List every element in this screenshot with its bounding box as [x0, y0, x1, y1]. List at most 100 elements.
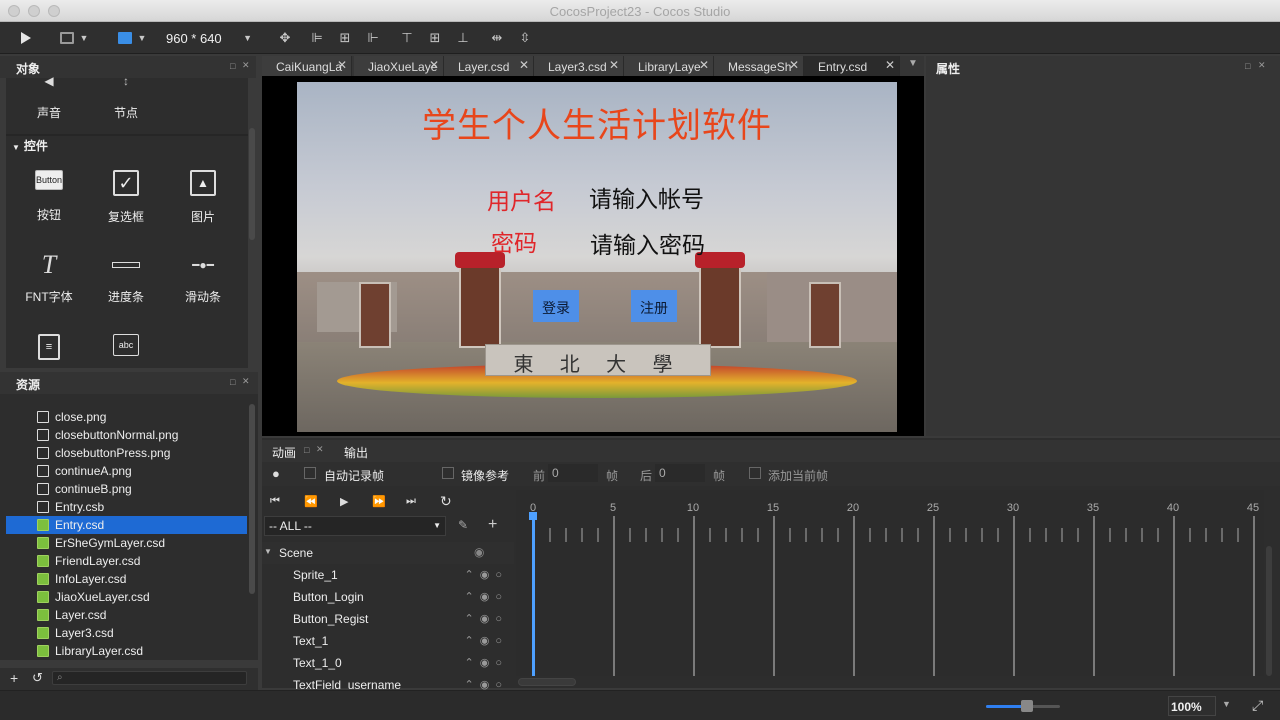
add-resource-button[interactable]: +	[10, 670, 18, 686]
panel-float-icon[interactable]: □	[230, 61, 235, 71]
tree-root-row[interactable]: ▼ Scene ◉	[262, 542, 514, 564]
align-vcenter-button[interactable]: ⊞	[426, 28, 444, 48]
fit-screen-icon[interactable]: ⤢	[1252, 697, 1263, 714]
center-button[interactable]: ✥	[276, 28, 294, 48]
node-visibility-controls[interactable]: ⌃◉○	[465, 634, 508, 647]
panel-close-icon[interactable]: ✕	[242, 376, 250, 387]
align-top-button[interactable]: ⊤	[398, 28, 416, 48]
control-progress-bar[interactable]: 进度条	[91, 252, 161, 305]
resources-scrollbar[interactable]	[249, 404, 255, 594]
align-right-button[interactable]: ⊩	[364, 28, 382, 48]
tab-output[interactable]: 输出	[344, 444, 368, 461]
node-filter-select[interactable]: -- ALL -- ▼	[264, 516, 446, 536]
controls-section-header[interactable]: ▼ 控件	[6, 136, 248, 153]
resource-item[interactable]: continueA.png	[6, 462, 246, 480]
resource-item[interactable]: LibraryLayer.csd	[6, 642, 246, 660]
tree-node-row[interactable]: Button_Regist ⌃◉○	[262, 608, 514, 630]
resource-item[interactable]: Entry.csd	[6, 516, 247, 534]
password-textfield[interactable]: 请输入密码	[590, 226, 705, 260]
close-tab-icon[interactable]: ✕	[519, 58, 529, 72]
timeline[interactable]	[516, 490, 1264, 676]
document-tab[interactable]: JiaoXueLaye ✕	[354, 56, 444, 76]
prev-frame-button[interactable]: ⏪	[304, 495, 318, 508]
export-dropdown-button[interactable]: ▼	[112, 28, 152, 48]
object-node[interactable]: ↕ 节点	[91, 74, 161, 121]
auto-record-checkbox[interactable]	[304, 467, 316, 479]
resource-item[interactable]: JiaoXueLayer.csd	[6, 588, 246, 606]
tab-animation[interactable]: 动画	[272, 444, 296, 461]
document-tab[interactable]: CaiKuangLa ✕	[262, 56, 352, 76]
resource-item[interactable]: closebuttonNormal.png	[6, 426, 246, 444]
control-image[interactable]: ▲ 图片	[168, 170, 238, 225]
resource-search-input[interactable]: ⌕	[52, 671, 247, 685]
next-frames-input[interactable]: 0	[655, 464, 705, 482]
resource-item[interactable]: ErSheGymLayer.csd	[6, 534, 246, 552]
record-icon[interactable]: ●	[272, 466, 280, 481]
document-tab[interactable]: Layer3.csd ✕	[534, 56, 624, 76]
control-slider[interactable]: ━●━ 滑动条	[168, 252, 238, 305]
align-hcenter-button[interactable]: ⊞	[336, 28, 354, 48]
add-current-checkbox[interactable]	[749, 467, 761, 479]
eye-icon[interactable]: ◉	[474, 545, 484, 559]
panel-float-icon[interactable]: □	[230, 377, 235, 387]
panel-close-icon[interactable]: ✕	[242, 60, 250, 71]
document-tab[interactable]: Entry.csd ✕	[804, 56, 900, 76]
close-tab-icon[interactable]: ✕	[885, 58, 895, 72]
document-tab[interactable]: Layer.csd ✕	[444, 56, 534, 76]
align-bottom-button[interactable]: ⊥	[454, 28, 472, 48]
resource-item[interactable]: FriendLayer.csd	[6, 552, 246, 570]
control-checkbox[interactable]: ✓ 复选框	[91, 170, 161, 225]
tree-node-row[interactable]: Text_1_0 ⌃◉○	[262, 652, 514, 674]
publish-dropdown-button[interactable]: ▼	[54, 28, 94, 48]
login-button[interactable]: 登录	[533, 290, 579, 322]
resource-item[interactable]: Layer3.csd	[6, 624, 246, 642]
refresh-resources-button[interactable]: ↺	[32, 670, 43, 686]
add-track-button[interactable]: +	[488, 516, 497, 534]
zoom-level-input[interactable]: 100%	[1168, 696, 1216, 716]
tree-node-row[interactable]: Button_Login ⌃◉○	[262, 586, 514, 608]
prev-frames-input[interactable]: 0	[548, 464, 598, 482]
resource-item[interactable]: InfoLayer.csd	[6, 570, 246, 588]
close-tab-icon[interactable]: ✕	[429, 58, 439, 72]
distribute-horizontal-button[interactable]: ⇹	[488, 28, 506, 48]
timeline-vscroll[interactable]	[1266, 546, 1272, 676]
resource-item[interactable]: closebuttonPress.png	[6, 444, 246, 462]
close-tab-icon[interactable]: ✕	[609, 58, 619, 72]
object-audio[interactable]: ◀ 声音	[14, 74, 84, 121]
objects-scrollbar[interactable]	[249, 128, 255, 240]
control-textfield[interactable]: abc	[91, 334, 161, 364]
panel-close-icon[interactable]: ✕	[316, 444, 324, 455]
register-button[interactable]: 注册	[631, 290, 677, 322]
node-visibility-controls[interactable]: ⌃◉○	[465, 590, 508, 603]
edit-icon[interactable]: ✎	[458, 518, 468, 532]
node-visibility-controls[interactable]: ⌃◉○	[465, 656, 508, 669]
play-animation-button[interactable]: ▶	[340, 495, 348, 508]
tree-node-row[interactable]: Text_1 ⌃◉○	[262, 630, 514, 652]
playhead-handle[interactable]	[529, 512, 537, 520]
distribute-vertical-button[interactable]: ⇳	[516, 28, 534, 48]
loop-button[interactable]: ↻	[440, 493, 452, 510]
panel-float-icon[interactable]: □	[1245, 61, 1250, 71]
align-left-button[interactable]: ⊫	[308, 28, 326, 48]
resource-item[interactable]: close.png	[6, 408, 246, 426]
document-tab[interactable]: LibraryLaye ✕	[624, 56, 714, 76]
first-frame-button[interactable]: ⏮	[270, 495, 280, 508]
resolution-select[interactable]: 960 * 640 ▼	[166, 28, 258, 48]
document-tab[interactable]: MessageSh ✕	[714, 56, 804, 76]
chevron-down-icon[interactable]: ▼	[1222, 699, 1231, 709]
control-text-area[interactable]: ≡	[14, 334, 84, 360]
tabs-overflow-button[interactable]: ▼	[908, 58, 918, 69]
timeline-playhead[interactable]	[532, 514, 534, 676]
node-visibility-controls[interactable]: ⌃◉○	[465, 568, 508, 581]
resource-item[interactable]: continueB.png	[6, 480, 246, 498]
timeline-hscroll[interactable]	[518, 678, 576, 686]
close-tab-icon[interactable]: ✕	[337, 58, 347, 72]
resource-item[interactable]: Layer.csd	[6, 606, 246, 624]
resource-item[interactable]: Entry.csb	[6, 498, 246, 516]
tree-node-row[interactable]: Sprite_1 ⌃◉○	[262, 564, 514, 586]
close-tab-icon[interactable]: ✕	[699, 58, 709, 72]
panel-float-icon[interactable]: □	[304, 445, 309, 455]
panel-close-icon[interactable]: ✕	[1258, 60, 1266, 71]
control-fnt-font[interactable]: T FNT字体	[14, 252, 84, 305]
control-button[interactable]: Button 按钮	[14, 170, 84, 223]
